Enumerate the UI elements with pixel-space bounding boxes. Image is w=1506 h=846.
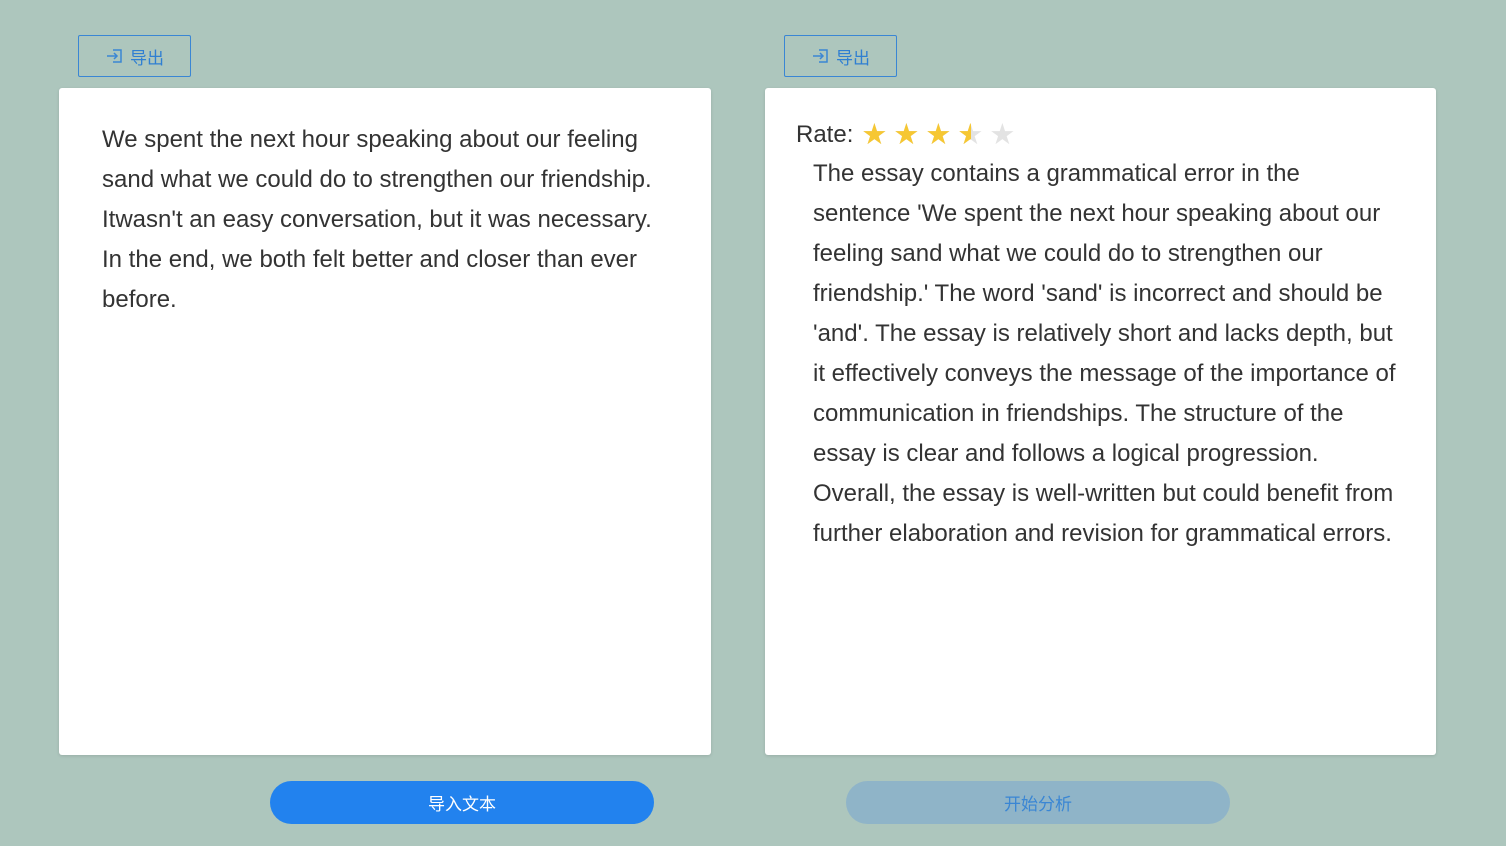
analysis-text: The essay contains a grammatical error i… — [813, 160, 1396, 547]
export-label-right: 导出 — [836, 48, 870, 69]
star-icon[interactable]: ★ ★ — [957, 121, 985, 150]
export-button-left[interactable]: 导出 — [78, 35, 191, 77]
start-analysis-button[interactable]: 开始分析 — [846, 781, 1230, 824]
essay-text: We spent the next hour speaking about ou… — [102, 126, 652, 313]
star-fill: ★ — [925, 121, 952, 149]
rate-label: Rate: — [796, 121, 854, 148]
star-rating: ★ ★ ★ ★ ★ ★ ★ ★ ★ — [861, 121, 1017, 150]
star-icon[interactable]: ★ ★ — [925, 121, 953, 150]
star-icon[interactable]: ★ ★ — [861, 121, 889, 150]
star-fill: ★ — [893, 121, 920, 149]
essay-panel: We spent the next hour speaking about ou… — [59, 88, 711, 755]
star-fill: ★ — [861, 121, 888, 149]
export-label-left: 导出 — [130, 48, 164, 69]
export-button-right[interactable]: 导出 — [784, 35, 897, 77]
star-fill: ★ — [957, 121, 972, 149]
import-text-button[interactable]: 导入文本 — [270, 781, 654, 824]
star-icon[interactable]: ★ ★ — [893, 121, 921, 150]
analysis-panel: Rate: ★ ★ ★ ★ ★ ★ ★ ★ ★ The essay contains a gra… — [765, 88, 1436, 755]
export-icon — [811, 48, 829, 64]
rating-row: Rate: ★ ★ ★ ★ ★ ★ ★ ★ ★ — [796, 118, 1400, 152]
star-icon[interactable]: ★ — [989, 121, 1017, 150]
export-icon — [105, 48, 123, 64]
